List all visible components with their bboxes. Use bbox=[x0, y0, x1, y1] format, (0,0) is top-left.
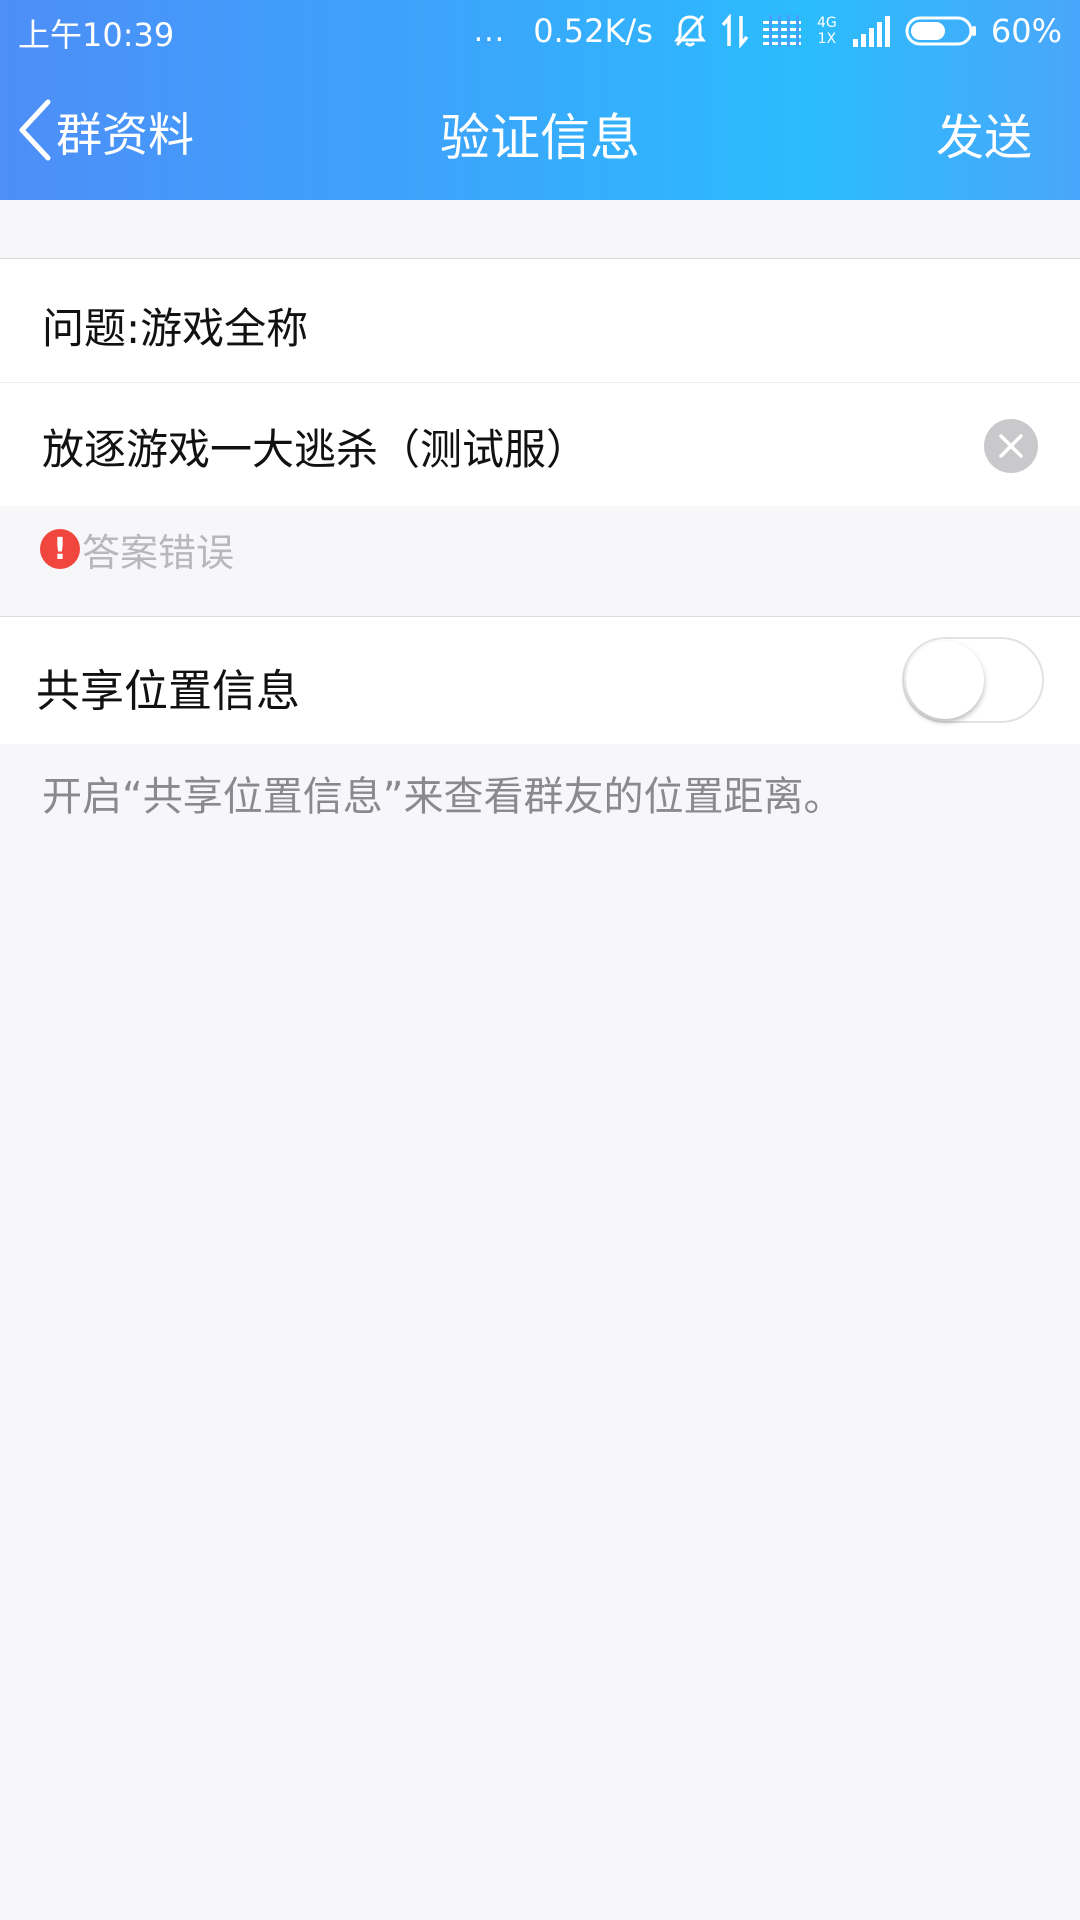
send-button[interactable]: 发送 bbox=[936, 98, 1032, 168]
verification-card: 问题:游戏全称 bbox=[0, 258, 1080, 506]
answer-input[interactable] bbox=[42, 411, 962, 481]
status-time: 上午10:39 bbox=[18, 16, 175, 54]
chevron-left-icon bbox=[14, 98, 54, 166]
battery-percentage: 60% bbox=[990, 12, 1062, 50]
question-row: 问题:游戏全称 bbox=[0, 259, 1080, 383]
status-bar: 上午10:39 ... 0.52K/s 4G 1X 60% bbox=[0, 0, 1080, 62]
app-header: 上午10:39 ... 0.52K/s 4G 1X 60% 群资料 验证信息 发… bbox=[0, 0, 1080, 200]
error-message: ! 答案错误 bbox=[40, 526, 234, 575]
signal-bars-icon bbox=[762, 15, 801, 47]
signal-strength-icon bbox=[852, 15, 891, 47]
navigation-bar: 群资料 验证信息 发送 bbox=[0, 62, 1080, 200]
battery-icon bbox=[905, 15, 977, 47]
share-location-toggle[interactable] bbox=[902, 637, 1044, 723]
clear-icon[interactable] bbox=[984, 419, 1038, 473]
answer-row bbox=[0, 383, 1080, 507]
network-type: 4G 1X bbox=[815, 15, 839, 47]
back-button-label: 群资料 bbox=[56, 108, 194, 162]
share-location-row: 共享位置信息 bbox=[0, 616, 1080, 744]
share-location-hint: 开启“共享位置信息”来查看群友的位置距离。 bbox=[42, 774, 844, 820]
network-speed: 0.52K/s bbox=[533, 12, 653, 50]
toggle-knob bbox=[906, 641, 984, 719]
share-location-label: 共享位置信息 bbox=[36, 666, 300, 717]
data-arrows-icon bbox=[721, 14, 749, 48]
back-button[interactable]: 群资料 bbox=[14, 96, 194, 168]
error-text: 答案错误 bbox=[82, 530, 235, 575]
network-type-top: 4G bbox=[816, 15, 837, 31]
network-type-bottom: 1X bbox=[817, 31, 837, 47]
status-indicators: ... 0.52K/s 4G 1X 60% bbox=[474, 10, 1062, 52]
more-notifications-icon: ... bbox=[473, 13, 506, 49]
mute-bell-icon bbox=[673, 13, 707, 49]
error-icon: ! bbox=[40, 529, 80, 569]
question-text: 问题:游戏全称 bbox=[42, 304, 309, 353]
